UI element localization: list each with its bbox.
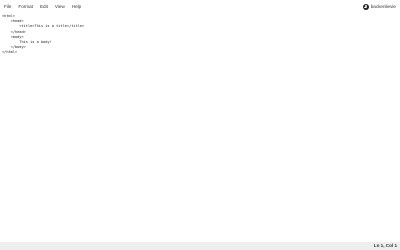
text-editor[interactable]: <html> <head> <title>This is a title</ti… [2, 14, 398, 242]
menu-format[interactable]: Format [18, 0, 33, 13]
status-bar: Ln 1, Col 1 [0, 242, 400, 250]
menu-help[interactable]: Help [72, 0, 81, 13]
menu-bar: File Format Edit View Help [0, 0, 400, 13]
menu-view[interactable]: View [55, 0, 65, 13]
menu-file[interactable]: File [4, 0, 11, 13]
user-account[interactable]: backenlievie [362, 0, 396, 13]
user-circle-icon [362, 3, 369, 10]
menu-edit[interactable]: Edit [40, 0, 48, 13]
user-name: backenlievie [370, 4, 396, 9]
cursor-position: Ln 1, Col 1 [373, 243, 397, 248]
